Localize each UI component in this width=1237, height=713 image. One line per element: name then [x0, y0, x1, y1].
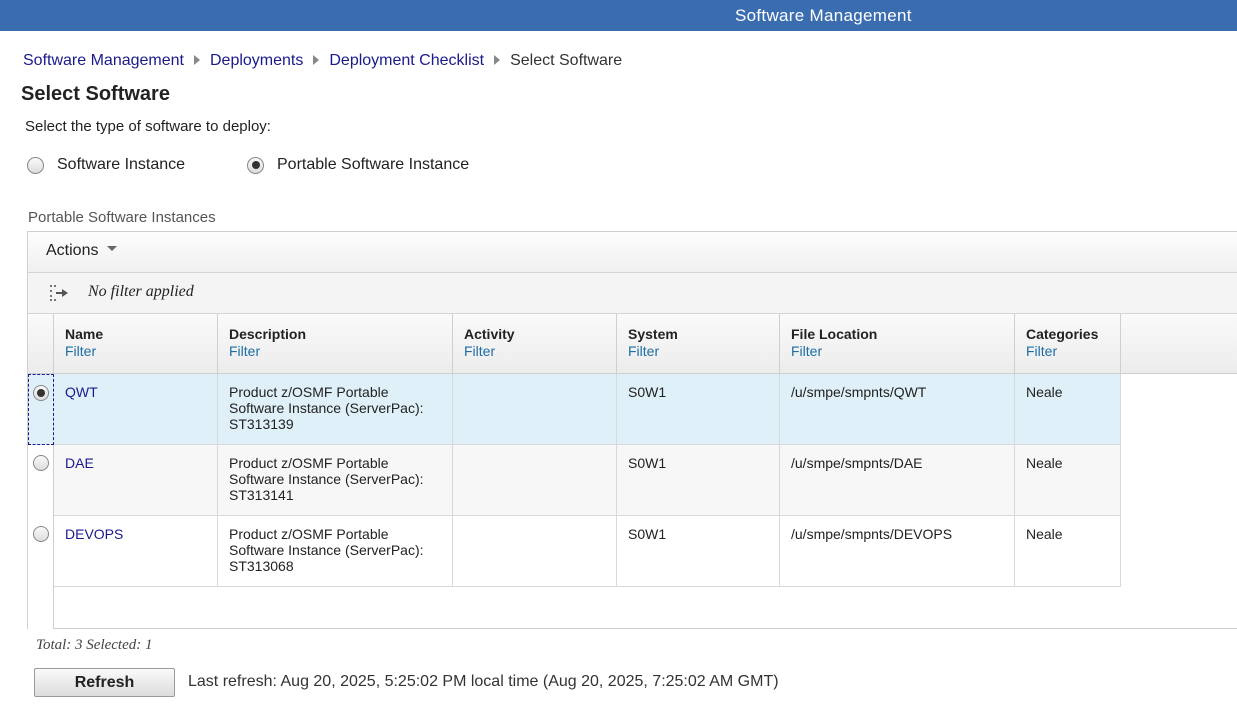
cell-file-location: /u/smpe/smpnts/QWT [780, 374, 1015, 445]
column-header-name[interactable]: Name Filter [54, 314, 218, 373]
cell-name: DEVOPS [54, 516, 218, 587]
breadcrumb-current: Select Software [510, 52, 623, 69]
column-file-location-label: File Location [791, 326, 878, 342]
cell-name: QWT [54, 374, 218, 445]
column-description-label: Description [229, 326, 307, 342]
filter-status: No filter applied [88, 283, 194, 300]
last-refresh-timestamp: Last refresh: Aug 20, 2025, 5:25:02 PM l… [188, 673, 779, 690]
software-instance-radio[interactable] [27, 156, 44, 174]
row-radio[interactable] [33, 526, 49, 542]
cell-categories: Neale [1015, 445, 1121, 516]
activity-filter-link[interactable]: Filter [464, 343, 616, 359]
software-table: Actions No filter applied Name Filter De… [27, 231, 1237, 629]
select-column-header [28, 314, 54, 373]
column-name-label: Name [65, 326, 104, 342]
breadcrumb-software-management[interactable]: Software Management [23, 52, 184, 69]
filter-bar: No filter applied [28, 273, 1237, 314]
actions-menu[interactable]: Actions [46, 242, 118, 260]
cell-file-location: /u/smpe/smpnts/DEVOPS [780, 516, 1015, 587]
cell-system: S0W1 [617, 445, 780, 516]
column-header-system[interactable]: System Filter [617, 314, 780, 373]
cell-description: Product z/OSMF Portable Software Instanc… [218, 374, 453, 445]
filter-toggle-icon[interactable] [48, 283, 70, 303]
instruction-text: Select the type of software to deploy: [25, 118, 271, 135]
name-link[interactable]: DEVOPS [65, 526, 123, 542]
column-header-activity[interactable]: Activity Filter [453, 314, 617, 373]
description-filter-link[interactable]: Filter [229, 343, 452, 359]
portable-software-instance-label: Portable Software Instance [277, 156, 470, 173]
chevron-down-icon [107, 246, 118, 252]
name-filter-link[interactable]: Filter [65, 343, 217, 359]
breadcrumb-separator-icon [193, 54, 200, 65]
row-select-devops[interactable] [28, 516, 54, 587]
table-section-label: Portable Software Instances [28, 209, 216, 226]
column-header-description[interactable]: Description Filter [218, 314, 453, 373]
cell-categories: Neale [1015, 374, 1121, 445]
cell-file-location: /u/smpe/smpnts/DAE [780, 445, 1015, 516]
cell-activity [453, 445, 617, 516]
cell-system: S0W1 [617, 374, 780, 445]
row-select-qwt[interactable] [28, 374, 54, 445]
cell-name: DAE [54, 445, 218, 516]
system-filter-link[interactable]: Filter [628, 343, 779, 359]
cell-activity [453, 516, 617, 587]
column-header-categories[interactable]: Categories Filter [1015, 314, 1121, 373]
name-link[interactable]: QWT [65, 384, 98, 400]
column-header-file-location[interactable]: File Location Filter [780, 314, 1015, 373]
breadcrumb-deployments[interactable]: Deployments [210, 52, 303, 69]
actions-toolbar: Actions [28, 232, 1237, 273]
breadcrumb-separator-icon [494, 54, 501, 65]
cell-system: S0W1 [617, 516, 780, 587]
column-activity-label: Activity [464, 326, 515, 342]
cell-categories: Neale [1015, 516, 1121, 587]
table-row[interactable]: DEVOPS Product z/OSMF Portable Software … [28, 516, 1121, 587]
software-instance-label: Software Instance [57, 156, 186, 173]
column-system-label: System [628, 326, 678, 342]
software-instance-option[interactable]: Software Instance [27, 156, 185, 174]
cell-activity [453, 374, 617, 445]
app-title: Software Management [735, 6, 912, 25]
column-categories-label: Categories [1026, 326, 1099, 342]
app-header: Software Management [0, 0, 1237, 31]
table-row[interactable]: QWT Product z/OSMF Portable Software Ins… [28, 374, 1121, 445]
breadcrumb-deployment-checklist[interactable]: Deployment Checklist [329, 52, 484, 69]
cell-description: Product z/OSMF Portable Software Instanc… [218, 445, 453, 516]
table-summary: Total: 3 Selected: 1 [36, 637, 153, 653]
file-location-filter-link[interactable]: Filter [791, 343, 1014, 359]
table-row[interactable]: DAE Product z/OSMF Portable Software Ins… [28, 445, 1121, 516]
breadcrumb: Software Management Deployments Deployment… [23, 52, 622, 70]
actions-label: Actions [46, 242, 99, 259]
portable-software-instance-option[interactable]: Portable Software Instance [247, 156, 469, 174]
row-radio[interactable] [33, 385, 49, 401]
refresh-button[interactable]: Refresh [34, 668, 175, 697]
row-select-dae[interactable] [28, 445, 54, 516]
cell-description: Product z/OSMF Portable Software Instanc… [218, 516, 453, 587]
portable-software-instance-radio[interactable] [247, 156, 264, 174]
name-link[interactable]: DAE [65, 455, 94, 471]
row-radio[interactable] [33, 455, 49, 471]
breadcrumb-separator-icon [313, 54, 320, 65]
table-header: Name Filter Description Filter Activity … [28, 314, 1237, 374]
page-title: Select Software [21, 83, 170, 105]
categories-filter-link[interactable]: Filter [1026, 343, 1120, 359]
